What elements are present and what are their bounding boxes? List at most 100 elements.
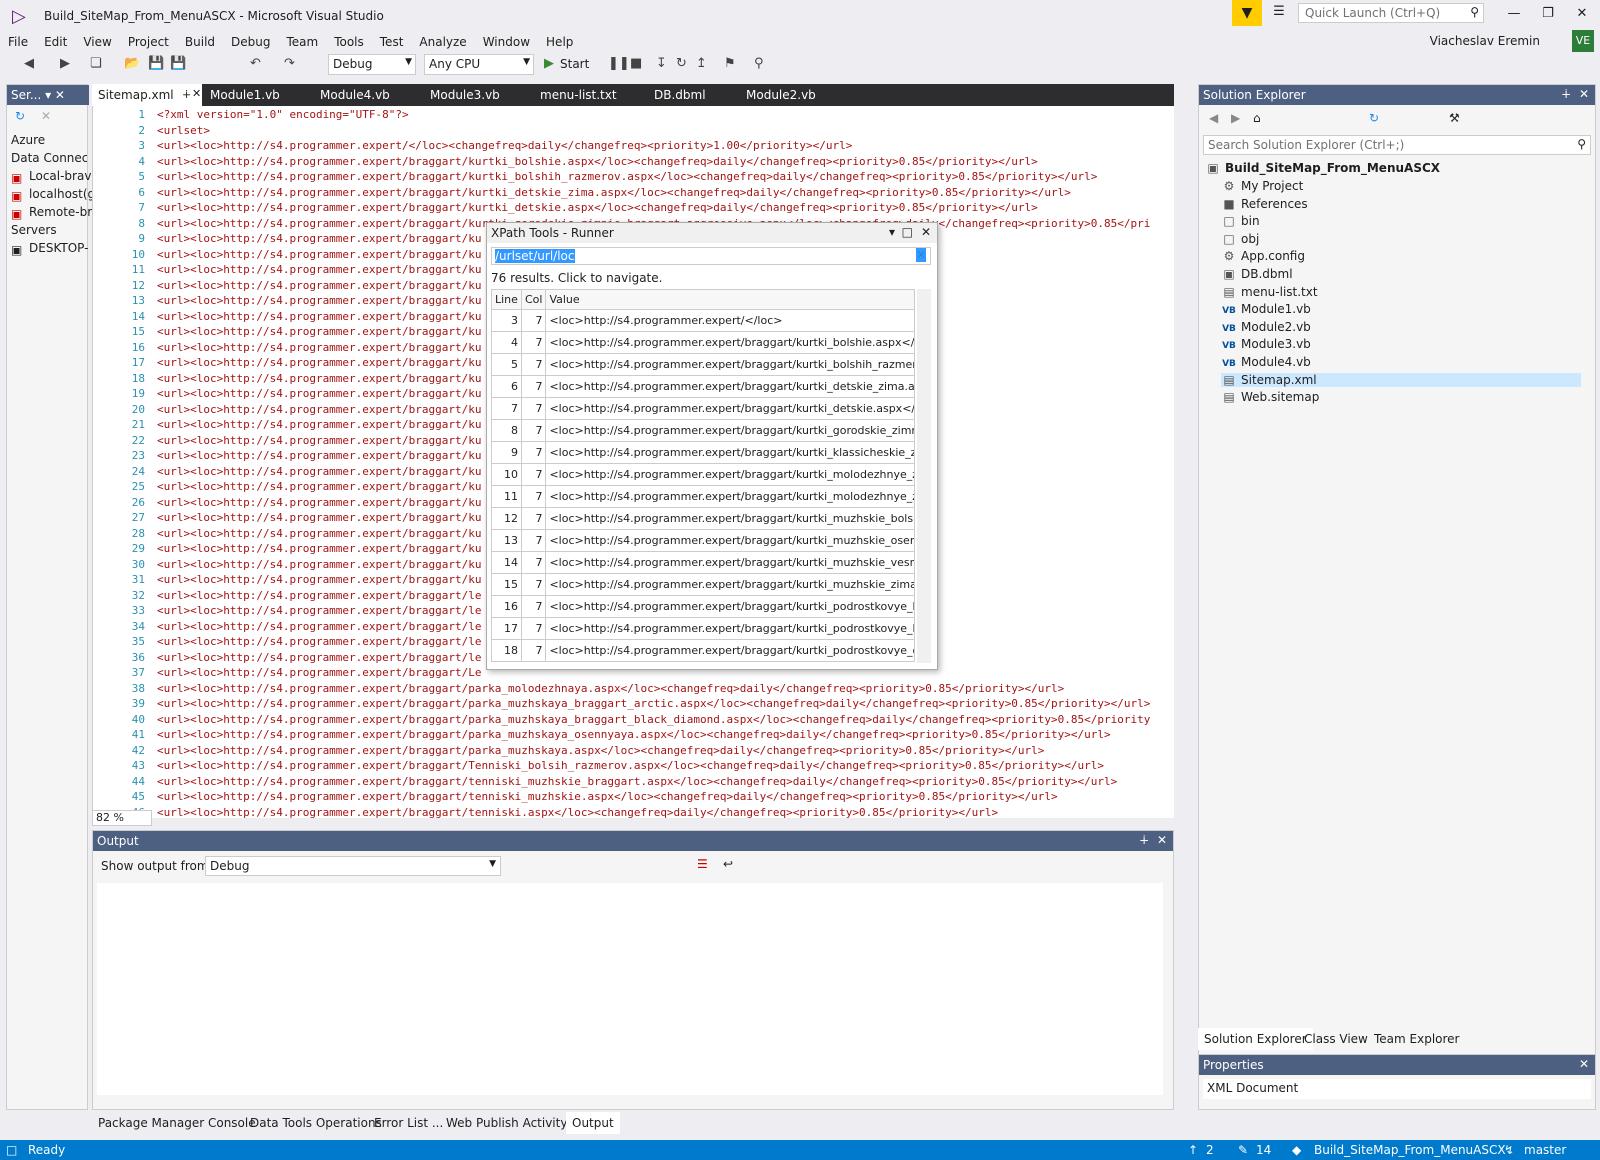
tab-module2[interactable]: Module2.vb — [740, 84, 822, 106]
maximize-icon[interactable]: □ — [902, 225, 913, 239]
quick-launch-input[interactable]: Quick Launch (Ctrl+Q) ⚲ — [1298, 3, 1484, 23]
solution-search-input[interactable]: Search Solution Explorer (Ctrl+;) ⚲ — [1203, 135, 1591, 155]
menu-window[interactable]: Window — [475, 32, 538, 52]
menu-build[interactable]: Build — [177, 32, 223, 52]
tab-data-tools-operations[interactable]: Data Tools Operations — [244, 1112, 388, 1134]
redo-icon[interactable]: ↷ — [284, 56, 295, 71]
pending-changes-count[interactable]: 14 — [1256, 1143, 1271, 1157]
table-row[interactable]: 18 7 <loc>http://s4.programmer.expert/brag… — [491, 639, 915, 662]
avatar[interactable]: VE — [1572, 30, 1594, 52]
tab-solution-explorer[interactable]: Solution Explorer — [1198, 1028, 1313, 1050]
output-source-select[interactable]: Debug ▼ — [205, 856, 501, 876]
undo-icon[interactable]: ↶ — [250, 56, 261, 71]
tree-item[interactable]: ■ References — [1221, 197, 1307, 211]
feedback-icon[interactable]: ☰ — [1268, 4, 1290, 24]
tab-module3[interactable]: Module3.vb — [424, 84, 506, 106]
save-icon[interactable]: 💾 — [148, 56, 164, 71]
clear-icon[interactable]: ✕ — [915, 248, 926, 262]
table-row[interactable]: 5 7 <loc>http://s4.programmer.expert/bragg… — [491, 353, 915, 376]
tree-item[interactable]: ▤ Web.sitemap — [1221, 390, 1319, 404]
user-name[interactable]: Viacheslav Eremin — [1430, 34, 1540, 48]
pin-icon[interactable]: ∔ — [182, 88, 191, 101]
column-value[interactable]: Value — [545, 289, 915, 310]
tab-class-view[interactable]: Class View — [1298, 1028, 1374, 1050]
close-icon[interactable]: ✕ — [1579, 1057, 1589, 1071]
close-icon[interactable]: ✕ — [1157, 833, 1167, 847]
start-button[interactable]: Start — [560, 57, 589, 71]
menu-file[interactable]: File — [0, 32, 36, 52]
close-window-button[interactable]: ✕ — [1568, 6, 1596, 21]
tree-item[interactable]: ▣ DB.dbml — [1221, 267, 1292, 281]
table-row[interactable]: 10 7 <loc>http://s4.programmer.expert/brag… — [491, 463, 915, 486]
tree-item[interactable]: VB Module3.vb — [1221, 337, 1311, 351]
platform-select[interactable]: Any CPU ▼ — [424, 54, 534, 75]
close-icon[interactable]: ✕ — [41, 109, 51, 123]
tab-error-list[interactable]: Error List ... — [368, 1112, 449, 1134]
tree-item-servers[interactable]: Servers — [11, 223, 87, 237]
branch-name[interactable]: master — [1524, 1143, 1566, 1157]
table-row[interactable]: 4 7 <loc>http://s4.programmer.expert/bragg… — [491, 331, 915, 354]
results-scrollbar[interactable] — [917, 289, 931, 663]
configuration-select[interactable]: Debug ▼ — [328, 54, 416, 75]
table-row[interactable]: 14 7 <loc>http://s4.programmer.expert/brag… — [491, 551, 915, 574]
close-tab-icon[interactable]: ✕ — [192, 87, 201, 100]
table-row[interactable]: 16 7 <loc>http://s4.programmer.expert/brag… — [491, 595, 915, 618]
tab-module1[interactable]: Module1.vb — [204, 84, 286, 106]
xpath-query-input[interactable]: /urlset/url/loc ✕ — [491, 247, 931, 265]
pin-icon[interactable]: ∔ — [1561, 87, 1571, 101]
menu-tools[interactable]: Tools — [326, 32, 372, 52]
pause-icon[interactable]: ❚❚ — [608, 56, 630, 71]
start-icon[interactable]: ▶ — [544, 56, 554, 71]
menu-analyze[interactable]: Analyze — [411, 32, 474, 52]
clear-all-icon[interactable]: ☰ — [697, 857, 708, 871]
table-row[interactable]: 9 7 <loc>http://s4.programmer.expert/bragg… — [491, 441, 915, 464]
table-row[interactable]: 13 7 <loc>http://s4.programmer.expert/brag… — [491, 529, 915, 552]
minimize-button[interactable]: — — [1500, 6, 1528, 21]
tree-item[interactable]: ▤ Sitemap.xml — [1221, 372, 1581, 387]
back-icon[interactable]: ◀ — [24, 56, 34, 71]
table-row[interactable]: 3 7 <loc>http://s4.programmer.expert/</loc… — [491, 309, 915, 332]
tab-db-dbml[interactable]: DB.dbml — [648, 84, 712, 106]
save-all-icon[interactable]: 💾 — [170, 56, 186, 71]
tree-item[interactable]: VB Module4.vb — [1221, 355, 1311, 369]
notifications-filter-icon[interactable]: ▼ — [1232, 0, 1262, 26]
tree-item[interactable]: VB Module1.vb — [1221, 302, 1311, 316]
bookmark-icon[interactable]: ⚑ — [724, 56, 736, 71]
tab-module4[interactable]: Module4.vb — [314, 84, 396, 106]
tab-team-explorer[interactable]: Team Explorer — [1368, 1028, 1466, 1050]
tree-item[interactable]: VB Module2.vb — [1221, 320, 1311, 334]
pin-icon[interactable]: ∔ — [1139, 833, 1149, 847]
close-icon[interactable]: ✕ — [921, 225, 931, 239]
refresh-icon[interactable]: ↻ — [15, 109, 25, 123]
unpushed-count[interactable]: 2 — [1206, 1143, 1214, 1157]
chevron-down-icon[interactable]: ▾ — [889, 225, 895, 239]
refresh-icon[interactable]: ↻ — [1369, 111, 1379, 125]
menu-test[interactable]: Test — [372, 32, 412, 52]
menu-view[interactable]: View — [75, 32, 119, 52]
step-out-icon[interactable]: ↥ — [696, 56, 707, 71]
column-line[interactable]: Line — [491, 289, 522, 310]
restore-button[interactable]: ❐ — [1534, 6, 1562, 21]
tree-item[interactable]: ⚙ My Project — [1221, 179, 1304, 193]
open-file-icon[interactable]: 📂 — [124, 56, 140, 71]
output-window-icon[interactable]: □ — [6, 1143, 17, 1157]
tree-item[interactable]: □ obj — [1221, 232, 1259, 246]
tree-item[interactable]: □ bin — [1221, 214, 1259, 228]
table-row[interactable]: 15 7 <loc>http://s4.programmer.expert/brag… — [491, 573, 915, 596]
tree-item[interactable]: ⚙ App.config — [1221, 249, 1305, 263]
table-row[interactable]: 12 7 <loc>http://s4.programmer.expert/brag… — [491, 507, 915, 530]
forward-icon[interactable]: ▶ — [60, 56, 70, 71]
find-icon[interactable]: ⚲ — [754, 56, 764, 71]
zoom-select[interactable]: 82 % — [92, 810, 152, 826]
word-wrap-icon[interactable]: ↩ — [723, 857, 733, 871]
column-col[interactable]: Col — [520, 289, 547, 310]
table-row[interactable]: 7 7 <loc>http://s4.programmer.expert/bragg… — [491, 397, 915, 420]
table-row[interactable]: 6 7 <loc>http://s4.programmer.expert/bragg… — [491, 375, 915, 398]
tree-item[interactable]: ▤ menu-list.txt — [1221, 285, 1317, 299]
properties-icon[interactable]: ⚒ — [1449, 111, 1460, 125]
step-over-icon[interactable]: ↻ — [676, 56, 687, 71]
tree-item-solution[interactable]: ▣ Build_SiteMap_From_MenuASCX — [1205, 161, 1440, 175]
table-row[interactable]: 17 7 <loc>http://s4.programmer.expert/brag… — [491, 617, 915, 640]
menu-project[interactable]: Project — [120, 32, 177, 52]
new-project-icon[interactable]: ❏ — [90, 56, 102, 71]
